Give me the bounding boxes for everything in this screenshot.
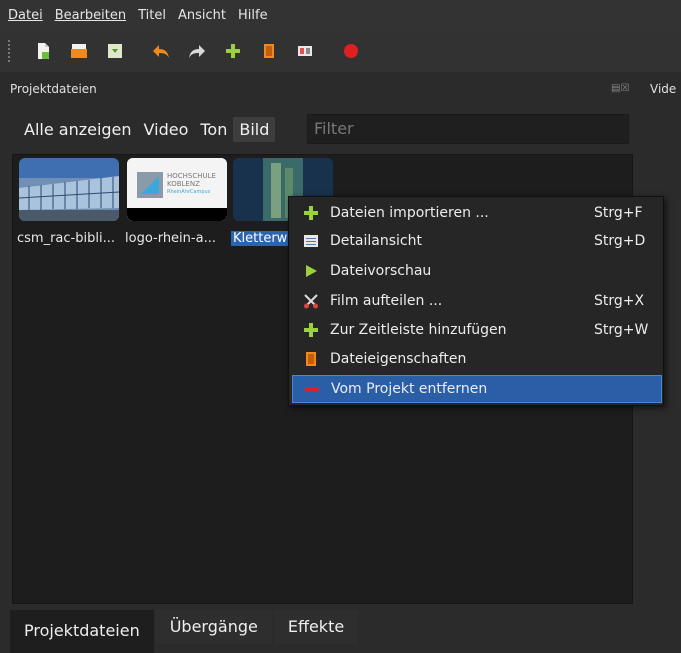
dock-title-bar: Projektdateien ▤☒ Vide <box>0 78 681 100</box>
logo-text: KOBLENZ <box>167 180 200 188</box>
properties-icon <box>302 350 320 368</box>
filter-image-button[interactable]: Bild <box>233 116 276 142</box>
scissors-icon <box>302 292 320 310</box>
undo-icon[interactable] <box>150 40 172 62</box>
file-name: logo-rhein-a... <box>125 231 216 246</box>
menu-item-remove[interactable]: Vom Projekt entfernen <box>292 375 662 403</box>
tab-effects[interactable]: Effekte <box>273 610 359 644</box>
filter-audio-button[interactable]: Ton <box>194 117 233 142</box>
tab-transitions[interactable]: Übergänge <box>155 610 272 644</box>
logo-text: RheinAhrCampus <box>167 189 211 195</box>
menu-item-import[interactable]: Dateien importieren ... Strg+F <box>292 199 662 227</box>
menu-hilfe[interactable]: Hilfe <box>238 8 268 23</box>
minus-icon <box>303 380 321 398</box>
bottom-tabs: Projektdateien Übergänge Effekte <box>10 610 360 653</box>
file-item[interactable]: csm_rac-bibli... <box>17 158 121 246</box>
shortcut-label: Strg+F <box>594 205 643 221</box>
context-menu: Dateien importieren ... Strg+F Detailans… <box>288 196 664 406</box>
file-name: csm_rac-bibli... <box>17 231 115 246</box>
file-thumbnail: HOCHSCHULE KOBLENZ RheinAhrCampus <box>127 158 227 221</box>
shortcut-label: Strg+W <box>594 322 649 338</box>
menu-bearbeiten[interactable]: Bearbeiten <box>55 8 126 23</box>
profile-icon[interactable] <box>258 40 280 62</box>
plus-icon <box>302 204 320 222</box>
logo-text: HOCHSCHULE <box>167 172 216 180</box>
dock-float-close-icon[interactable]: ▤☒ <box>611 78 629 100</box>
menu-item-label: Dateivorschau <box>330 263 432 279</box>
file-thumbnail <box>19 158 119 221</box>
menu-item-label: Dateieigenschaften <box>330 351 467 367</box>
menu-bar: Datei Bearbeiten Titel Ansicht Hilfe <box>0 0 681 30</box>
save-project-icon[interactable] <box>104 40 126 62</box>
new-project-icon[interactable] <box>32 40 54 62</box>
menu-ansicht[interactable]: Ansicht <box>178 8 226 23</box>
video-panel-label[interactable]: Vide <box>650 78 676 100</box>
details-icon <box>302 232 320 250</box>
menu-item-add-timeline[interactable]: Zur Zeitleiste hinzufügen Strg+W <box>292 316 662 344</box>
menu-item-split[interactable]: Film aufteilen ... Strg+X <box>292 287 662 315</box>
fullscreen-icon[interactable] <box>294 40 316 62</box>
toolbar <box>0 30 681 72</box>
menu-item-properties[interactable]: Dateieigenschaften <box>292 345 662 373</box>
shortcut-label: Strg+D <box>594 233 646 249</box>
plus-icon <box>302 321 320 339</box>
import-files-icon[interactable] <box>222 40 244 62</box>
menu-datei[interactable]: Datei <box>8 8 43 23</box>
shortcut-label: Strg+X <box>594 293 645 309</box>
menu-item-details[interactable]: Detailansicht Strg+D <box>292 227 662 255</box>
toolbar-grip[interactable] <box>8 40 14 62</box>
play-icon <box>302 262 320 280</box>
redo-icon[interactable] <box>186 40 208 62</box>
filter-video-button[interactable]: Video <box>138 117 195 142</box>
menu-item-preview[interactable]: Dateivorschau <box>292 257 662 285</box>
filter-all-button[interactable]: Alle anzeigen <box>18 117 138 142</box>
filter-bar: Alle anzeigen Video Ton Bild <box>18 114 276 144</box>
open-project-icon[interactable] <box>68 40 90 62</box>
export-video-icon[interactable] <box>340 40 362 62</box>
dock-title: Projektdateien <box>10 82 97 96</box>
menu-titel[interactable]: Titel <box>138 8 166 23</box>
tab-project-files[interactable]: Projektdateien <box>10 610 154 653</box>
filter-input[interactable]: Filter <box>307 114 629 144</box>
menu-item-label: Vom Projekt entfernen <box>331 381 488 397</box>
file-item[interactable]: HOCHSCHULE KOBLENZ RheinAhrCampus logo-r… <box>125 158 229 246</box>
